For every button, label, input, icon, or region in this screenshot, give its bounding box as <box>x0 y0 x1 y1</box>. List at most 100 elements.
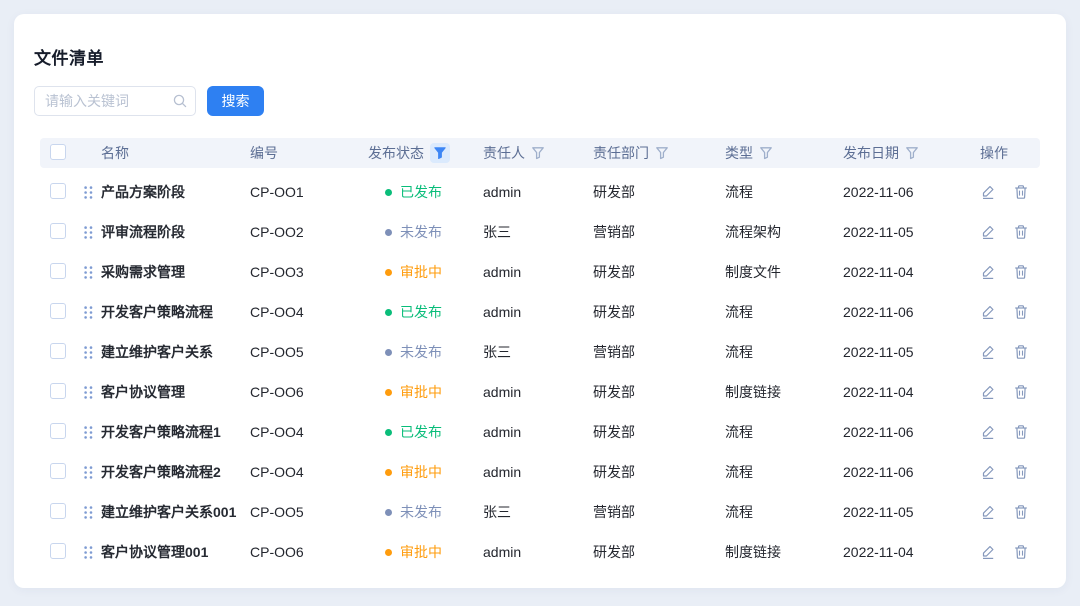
delete-button[interactable] <box>1013 464 1029 480</box>
column-header-dept: 责任部门 <box>593 143 725 163</box>
department: 研发部 <box>593 542 725 562</box>
row-checkbox[interactable] <box>50 503 66 519</box>
file-table: 名称 编号 发布状态 责任人 责任部门 <box>40 138 1040 572</box>
row-checkbox[interactable] <box>50 463 66 479</box>
publish-date: 2022-11-05 <box>843 344 980 360</box>
edit-button[interactable] <box>980 544 996 560</box>
delete-button[interactable] <box>1013 384 1029 400</box>
owner: admin <box>483 384 593 400</box>
column-header-name: 名称 <box>80 143 250 163</box>
drag-handle-icon[interactable] <box>84 266 93 279</box>
status-label: 审批中 <box>400 262 442 282</box>
file-name: 产品方案阶段 <box>101 182 185 202</box>
publish-date: 2022-11-04 <box>843 264 980 280</box>
publish-date: 2022-11-04 <box>843 544 980 560</box>
filter-icon-dept[interactable] <box>655 146 669 160</box>
status-cell: 审批中 <box>368 542 483 562</box>
table-row: 客户协议管理 CP-OO6 审批中 admin 研发部 制度链接 2022-11… <box>40 372 1040 412</box>
status-dot-icon <box>385 269 392 276</box>
table-body: 产品方案阶段 CP-OO1 已发布 admin 研发部 流程 2022-11-0… <box>40 172 1040 572</box>
status-cell: 未发布 <box>368 222 483 242</box>
search-button[interactable]: 搜索 <box>207 86 264 116</box>
edit-button[interactable] <box>980 464 996 480</box>
column-header-date: 发布日期 <box>843 143 980 163</box>
row-checkbox[interactable] <box>50 263 66 279</box>
edit-button[interactable] <box>980 304 996 320</box>
file-type: 流程架构 <box>725 222 843 242</box>
file-code: CP-OO4 <box>250 464 368 480</box>
drag-handle-icon[interactable] <box>84 386 93 399</box>
search-box <box>34 86 196 116</box>
edit-button[interactable] <box>980 384 996 400</box>
column-header-owner: 责任人 <box>483 143 593 163</box>
status-cell: 审批中 <box>368 262 483 282</box>
file-code: CP-OO6 <box>250 384 368 400</box>
row-checkbox[interactable] <box>50 383 66 399</box>
row-checkbox[interactable] <box>50 343 66 359</box>
status-cell: 未发布 <box>368 342 483 362</box>
department: 研发部 <box>593 182 725 202</box>
publish-date: 2022-11-04 <box>843 384 980 400</box>
delete-button[interactable] <box>1013 544 1029 560</box>
file-name: 客户协议管理001 <box>101 542 208 562</box>
row-checkbox[interactable] <box>50 183 66 199</box>
row-checkbox[interactable] <box>50 543 66 559</box>
delete-button[interactable] <box>1013 184 1029 200</box>
edit-button[interactable] <box>980 184 996 200</box>
drag-handle-icon[interactable] <box>84 426 93 439</box>
file-type: 流程 <box>725 462 843 482</box>
drag-handle-icon[interactable] <box>84 506 93 519</box>
select-all-checkbox[interactable] <box>50 144 66 160</box>
row-checkbox[interactable] <box>50 223 66 239</box>
drag-handle-icon[interactable] <box>84 546 93 559</box>
file-code: CP-OO3 <box>250 264 368 280</box>
status-label: 审批中 <box>400 382 442 402</box>
owner: admin <box>483 464 593 480</box>
filter-icon-owner[interactable] <box>531 146 545 160</box>
table-row: 开发客户策略流程1 CP-OO4 已发布 admin 研发部 流程 2022-1… <box>40 412 1040 452</box>
edit-button[interactable] <box>980 504 996 520</box>
status-dot-icon <box>385 509 392 516</box>
file-name: 建立维护客户关系001 <box>101 502 236 522</box>
table-row: 建立维护客户关系 CP-OO5 未发布 张三 营销部 流程 2022-11-05 <box>40 332 1040 372</box>
delete-button[interactable] <box>1013 344 1029 360</box>
department: 研发部 <box>593 462 725 482</box>
filter-icon-date[interactable] <box>905 146 919 160</box>
edit-button[interactable] <box>980 344 996 360</box>
table-row: 开发客户策略流程2 CP-OO4 审批中 admin 研发部 流程 2022-1… <box>40 452 1040 492</box>
filter-icon-type[interactable] <box>759 146 773 160</box>
delete-button[interactable] <box>1013 424 1029 440</box>
status-cell: 未发布 <box>368 502 483 522</box>
page-title: 文件清单 <box>34 44 1046 69</box>
row-checkbox[interactable] <box>50 423 66 439</box>
drag-handle-icon[interactable] <box>84 306 93 319</box>
drag-handle-icon[interactable] <box>84 466 93 479</box>
drag-handle-icon[interactable] <box>84 346 93 359</box>
file-code: CP-OO1 <box>250 184 368 200</box>
drag-handle-icon[interactable] <box>84 186 93 199</box>
status-dot-icon <box>385 309 392 316</box>
filter-icon-status-active[interactable] <box>430 143 450 163</box>
drag-handle-icon[interactable] <box>84 226 93 239</box>
edit-button[interactable] <box>980 424 996 440</box>
department: 营销部 <box>593 502 725 522</box>
owner: admin <box>483 184 593 200</box>
delete-button[interactable] <box>1013 304 1029 320</box>
delete-button[interactable] <box>1013 224 1029 240</box>
edit-button[interactable] <box>980 264 996 280</box>
status-cell: 已发布 <box>368 302 483 322</box>
status-label: 已发布 <box>400 422 442 442</box>
status-label: 已发布 <box>400 302 442 322</box>
edit-button[interactable] <box>980 224 996 240</box>
file-type: 流程 <box>725 302 843 322</box>
file-name: 采购需求管理 <box>101 262 185 282</box>
row-checkbox[interactable] <box>50 303 66 319</box>
status-label: 审批中 <box>400 462 442 482</box>
department: 研发部 <box>593 422 725 442</box>
owner: 张三 <box>483 502 593 522</box>
delete-button[interactable] <box>1013 264 1029 280</box>
table-row: 建立维护客户关系001 CP-OO5 未发布 张三 营销部 流程 2022-11… <box>40 492 1040 532</box>
delete-button[interactable] <box>1013 504 1029 520</box>
file-type: 流程 <box>725 502 843 522</box>
file-name: 开发客户策略流程2 <box>101 462 221 482</box>
